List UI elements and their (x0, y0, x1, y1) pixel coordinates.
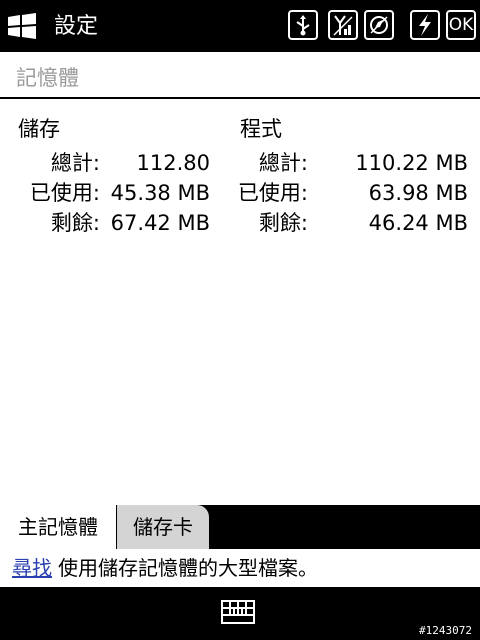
program-total-label: 總計: (258, 151, 308, 175)
usb-icon[interactable] (288, 10, 318, 40)
storage-free-label: 剩餘: (50, 211, 100, 235)
info-bar: 尋找 使用儲存記憶體的大型檔案。 (0, 549, 480, 587)
find-link[interactable]: 尋找 (12, 554, 52, 582)
storage-title: 儲存 (18, 117, 60, 141)
storage-total-value: 112.80 (136, 151, 210, 175)
menu-bar: #1243072 (0, 587, 480, 640)
memory-content: 記憶體 儲存 總計: 112.80 已使用: 45.38 MB 剩餘: 67.4… (0, 52, 480, 505)
info-text: 使用儲存記憶體的大型檔案。 (58, 556, 318, 580)
program-used-label: 已使用: (237, 181, 308, 205)
app-title: 設定 (54, 14, 99, 39)
program-used-value: 63.98 MB (368, 181, 468, 205)
program-free-row: 剩餘: 46.24 MB (230, 208, 480, 238)
storage-free-row: 剩餘: 67.42 MB (0, 208, 230, 238)
status-icons: OK (288, 10, 476, 42)
keyboard-icon[interactable] (221, 600, 255, 624)
program-total-row: 總計: 110.22 MB (230, 148, 480, 178)
windows-logo-icon[interactable] (6, 12, 38, 40)
build-label: #1243072 (419, 624, 472, 637)
storage-free-value: 67.42 MB (110, 211, 210, 235)
storage-used-label: 已使用: (29, 181, 100, 205)
program-free-label: 剩餘: (258, 211, 308, 235)
signal-icon[interactable] (328, 10, 358, 40)
program-total-value: 110.22 MB (355, 151, 468, 175)
storage-used-row: 已使用: 45.38 MB (0, 178, 230, 208)
program-used-row: 已使用: 63.98 MB (230, 178, 480, 208)
storage-total-label: 總計: (50, 151, 100, 175)
storage-used-value: 45.38 MB (110, 181, 210, 205)
program-free-value: 46.24 MB (368, 211, 468, 235)
storage-total-row: 總計: 112.80 (0, 148, 230, 178)
header-divider (0, 97, 480, 99)
program-title: 程式 (240, 117, 282, 141)
tab-storage-card[interactable]: 儲存卡 (117, 505, 209, 549)
volume-icon[interactable] (364, 10, 394, 40)
tab-main-memory[interactable]: 主記憶體 (0, 505, 116, 549)
title-bar: 設定 OK (0, 0, 480, 52)
power-icon[interactable] (410, 10, 440, 40)
section-header: 記憶體 (16, 66, 79, 90)
tab-bar: 主記憶體 儲存卡 (0, 505, 480, 549)
ok-button[interactable]: OK (446, 10, 476, 40)
